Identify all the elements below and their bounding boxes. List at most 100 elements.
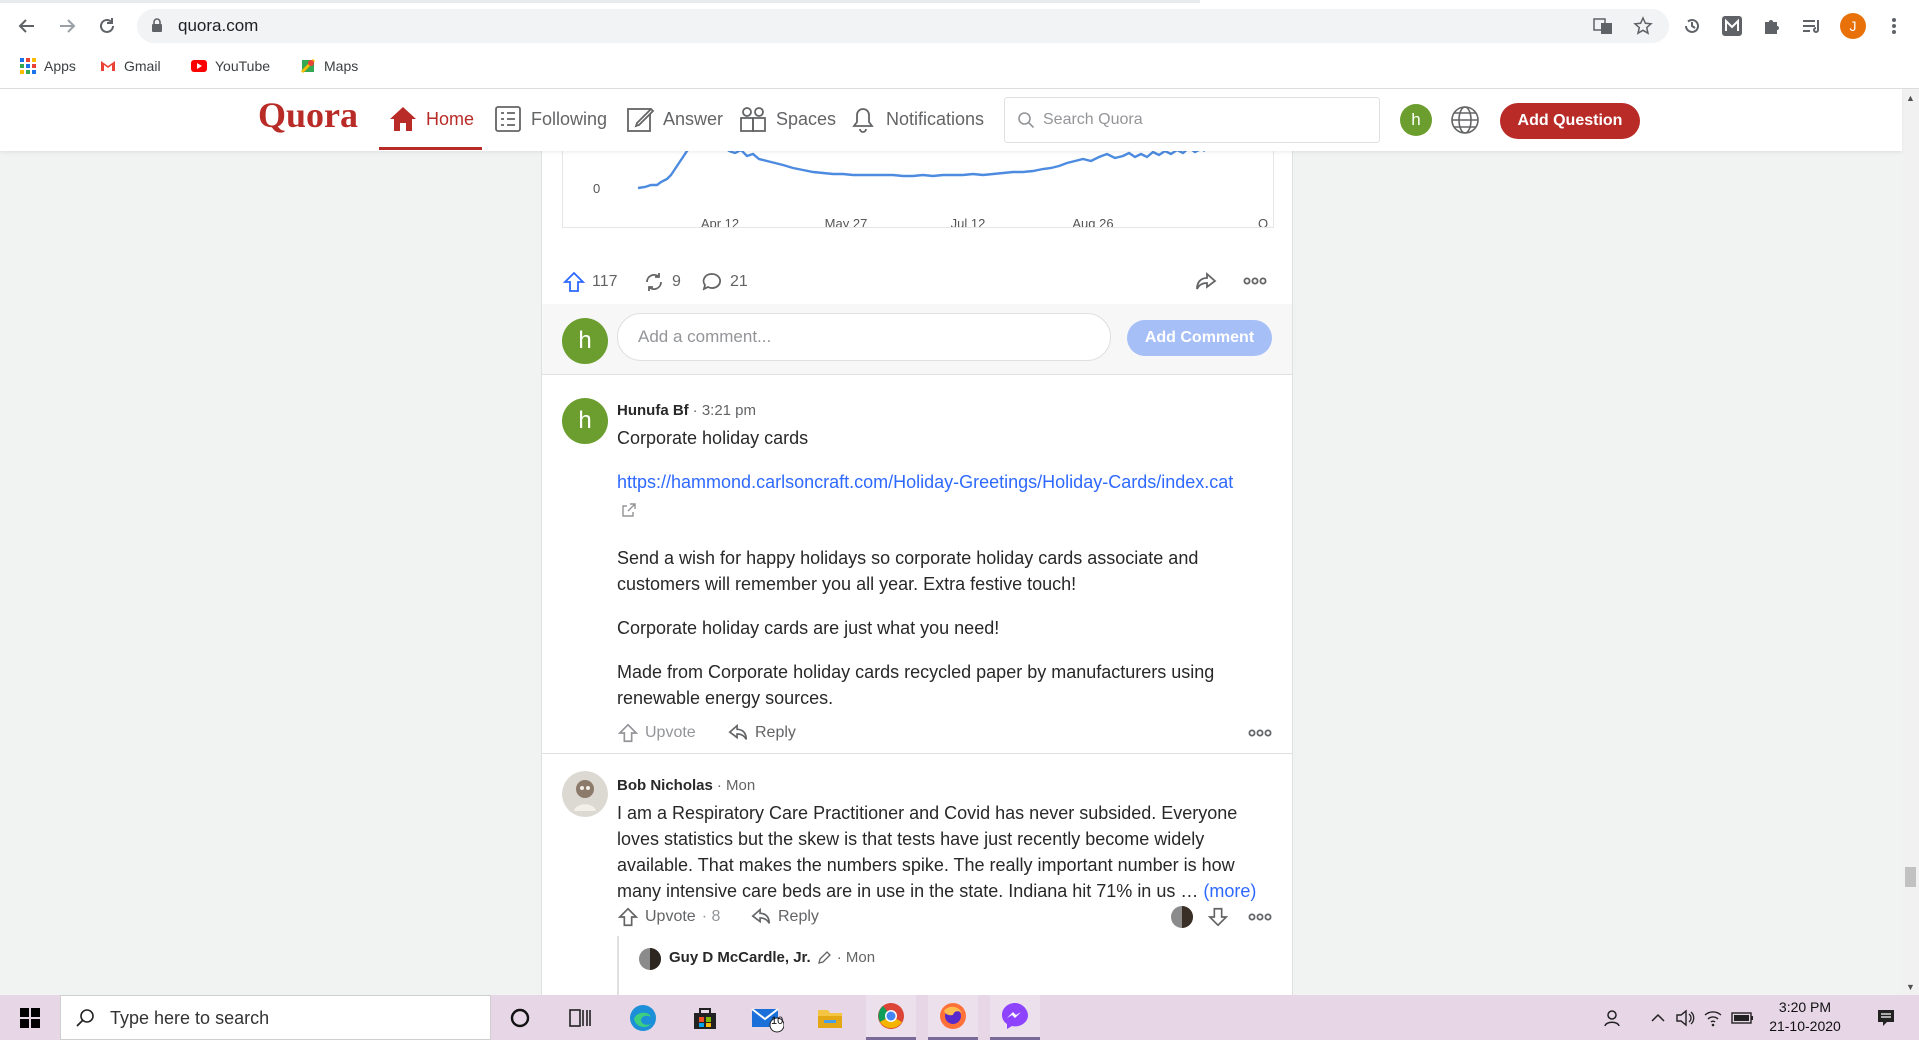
nav-following[interactable]: Following [493,95,607,143]
comment-upvote-button[interactable]: Upvote [617,722,696,744]
comment-author-avatar[interactable]: h [562,398,608,444]
add-comment-button[interactable]: Add Comment [1127,320,1272,356]
comment-reply-button[interactable]: Reply [750,906,819,928]
nav-label: Notifications [886,108,985,129]
bookmark-apps[interactable]: Apps [20,54,76,78]
edge-browser-icon[interactable] [618,995,668,1040]
read-more-link[interactable]: (more) [1203,881,1256,901]
share-button[interactable]: 9 [642,270,681,294]
upvote-count: · 8 [701,908,721,925]
battery-icon[interactable] [1728,995,1758,1040]
upvote-button[interactable]: 117 [562,270,618,294]
trend-line [637,151,1205,190]
mega-extension-icon[interactable] [1718,12,1746,40]
comment-author-name[interactable]: Bob Nicholas [617,777,713,794]
comment-time[interactable]: · 3:21 pm [693,402,756,419]
bookmark-youtube[interactable]: YouTube [191,54,270,78]
comment-author-name[interactable]: Hunufa Bf [617,402,689,419]
profile-avatar[interactable]: J [1840,13,1866,39]
tab-strip [0,0,1200,3]
translate-icon[interactable] [1589,12,1617,40]
user-avatar[interactable]: h [1400,104,1432,136]
mail-icon[interactable]: 10 [742,995,792,1040]
bookmark-gmail[interactable]: Gmail [100,54,161,78]
search-input[interactable] [1041,99,1365,141]
comment-link[interactable]: https://hammond.carlsoncraft.com/Holiday… [617,472,1233,492]
comment-time[interactable]: · Mon [717,777,755,794]
action-center-icon[interactable] [1866,995,1906,1040]
share-arrow-button[interactable] [1194,270,1218,294]
reload-icon[interactable] [93,12,121,40]
comment-actions: Upvote Reply [617,719,1272,749]
bookmark-maps[interactable]: Maps [300,54,358,78]
upvoter-avatar[interactable] [1170,905,1194,929]
scroll-thumb[interactable] [1905,867,1916,887]
taskbar-clock[interactable]: 3:20 PM 21-10-2020 [1760,998,1850,1036]
reading-list-icon[interactable] [1798,12,1826,40]
globe-language-icon[interactable] [1449,104,1481,136]
add-question-button[interactable]: Add Question [1500,103,1640,139]
page-scrollbar[interactable]: ▲ ▼ [1902,89,1919,995]
bookmark-star-icon[interactable] [1629,12,1657,40]
forward-icon[interactable] [53,12,81,40]
external-link-icon[interactable] [621,502,637,518]
more-dots-icon[interactable] [1248,727,1272,739]
more-options-button[interactable] [1243,276,1267,286]
nav-label: Spaces [776,108,837,129]
browser-toolbar: quora.com J Apps Gmail YouTube Maps [0,0,1919,89]
wifi-icon[interactable] [1700,995,1726,1040]
file-explorer-icon[interactable] [805,995,855,1040]
comments-button[interactable]: 21 [700,270,748,294]
volume-icon[interactable] [1672,995,1698,1040]
reply-author-avatar[interactable] [639,948,661,970]
people-icon[interactable] [1598,995,1628,1040]
nested-reply: Guy D McCardle, Jr. · Mon [617,936,1269,995]
answer-pencil-icon [627,107,655,132]
reply-time[interactable]: · Mon [837,949,875,966]
comment-body: I am a Respiratory Care Practitioner and… [617,800,1267,904]
nav-home[interactable]: Home [388,95,474,143]
upvote-arrow-icon [617,723,639,743]
x-tick-label: Apr 12 [701,216,739,227]
kebab-menu-icon[interactable] [1884,12,1904,40]
scroll-down-icon[interactable]: ▼ [1902,978,1919,995]
nav-answer[interactable]: Answer [625,95,723,143]
show-hidden-icons-icon[interactable] [1646,995,1670,1040]
reply-author-name[interactable]: Guy D McCardle, Jr. [669,949,811,966]
comment-upvote-button[interactable]: Upvote · 8 [617,906,720,928]
comment-actions: Upvote · 8 Reply [617,903,1272,933]
comment-author-avatar[interactable] [562,771,608,817]
x-tick-label: Jul 12 [951,216,986,227]
bookmark-label: Maps [324,58,359,74]
extensions-puzzle-icon[interactable] [1758,12,1786,40]
chrome-icon[interactable] [866,995,916,1040]
back-icon[interactable] [13,12,41,40]
url-text[interactable]: quora.com [178,16,258,36]
store-icon[interactable] [680,995,730,1040]
address-bar[interactable] [137,9,1669,43]
taskbar-search[interactable]: Type here to search [60,995,491,1040]
messenger-icon[interactable] [990,995,1040,1040]
upvote-label: Upvote [645,908,696,925]
share-count: 9 [672,273,681,290]
windows-start-button[interactable] [0,995,60,1040]
mail-badge: 10 [771,1015,784,1027]
search-box[interactable] [1004,97,1380,143]
comment-input[interactable] [617,313,1111,361]
downvote-arrow-icon[interactable] [1207,906,1229,928]
reply-label: Reply [778,908,819,925]
history-extension-icon[interactable] [1678,12,1706,40]
cortana-icon[interactable] [495,995,545,1040]
nav-notifications[interactable]: Notifications [848,95,984,143]
more-dots-icon[interactable] [1248,911,1272,923]
gmail-icon [101,61,115,71]
quora-logo[interactable]: Quora [258,94,358,136]
task-view-icon[interactable] [555,995,605,1040]
share-arrow-icon [1196,272,1217,290]
nav-spaces[interactable]: Spaces [738,95,836,143]
scroll-up-icon[interactable]: ▲ [1902,89,1919,106]
firefox-icon[interactable] [928,995,978,1040]
comment-reply-button[interactable]: Reply [727,722,796,744]
clock-date: 21-10-2020 [1769,1018,1841,1034]
more-dots-icon [1243,277,1267,285]
